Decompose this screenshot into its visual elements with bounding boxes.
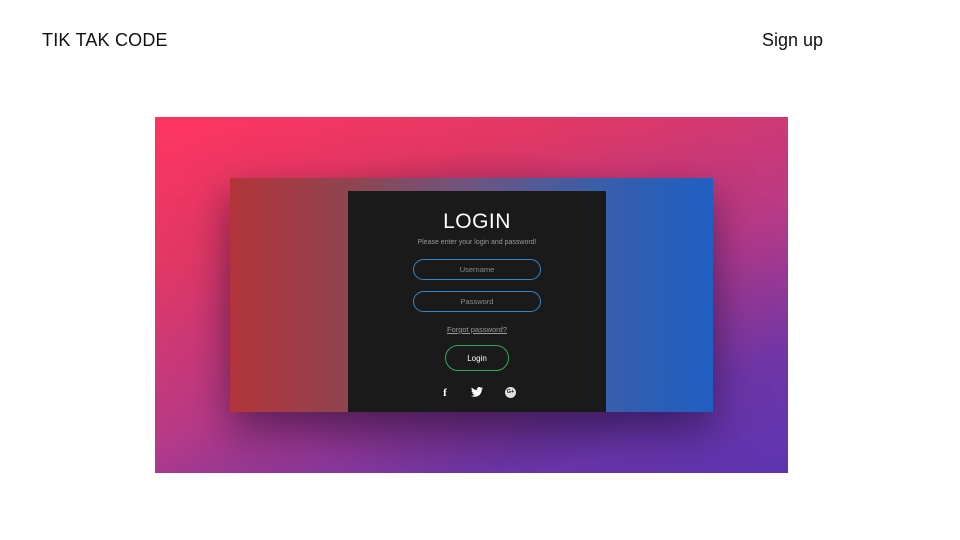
twitter-icon[interactable] bbox=[471, 387, 483, 399]
password-input[interactable] bbox=[413, 291, 541, 312]
facebook-icon[interactable]: f bbox=[441, 387, 449, 399]
username-input[interactable] bbox=[413, 259, 541, 280]
signup-link[interactable]: Sign up bbox=[762, 30, 823, 51]
login-title: LOGIN bbox=[443, 210, 511, 233]
forgot-password-link[interactable]: Forgot password? bbox=[348, 325, 606, 334]
login-card: LOGIN Please enter your login and passwo… bbox=[348, 191, 606, 412]
social-icons: f G+ bbox=[348, 387, 606, 399]
login-preview-image: LOGIN Please enter your login and passwo… bbox=[155, 117, 788, 473]
login-subtitle: Please enter your login and password! bbox=[417, 239, 537, 246]
google-plus-icon[interactable]: G+ bbox=[505, 387, 516, 398]
brand-title: TIK TAK CODE bbox=[42, 30, 168, 50]
login-button[interactable]: Login bbox=[445, 345, 509, 371]
